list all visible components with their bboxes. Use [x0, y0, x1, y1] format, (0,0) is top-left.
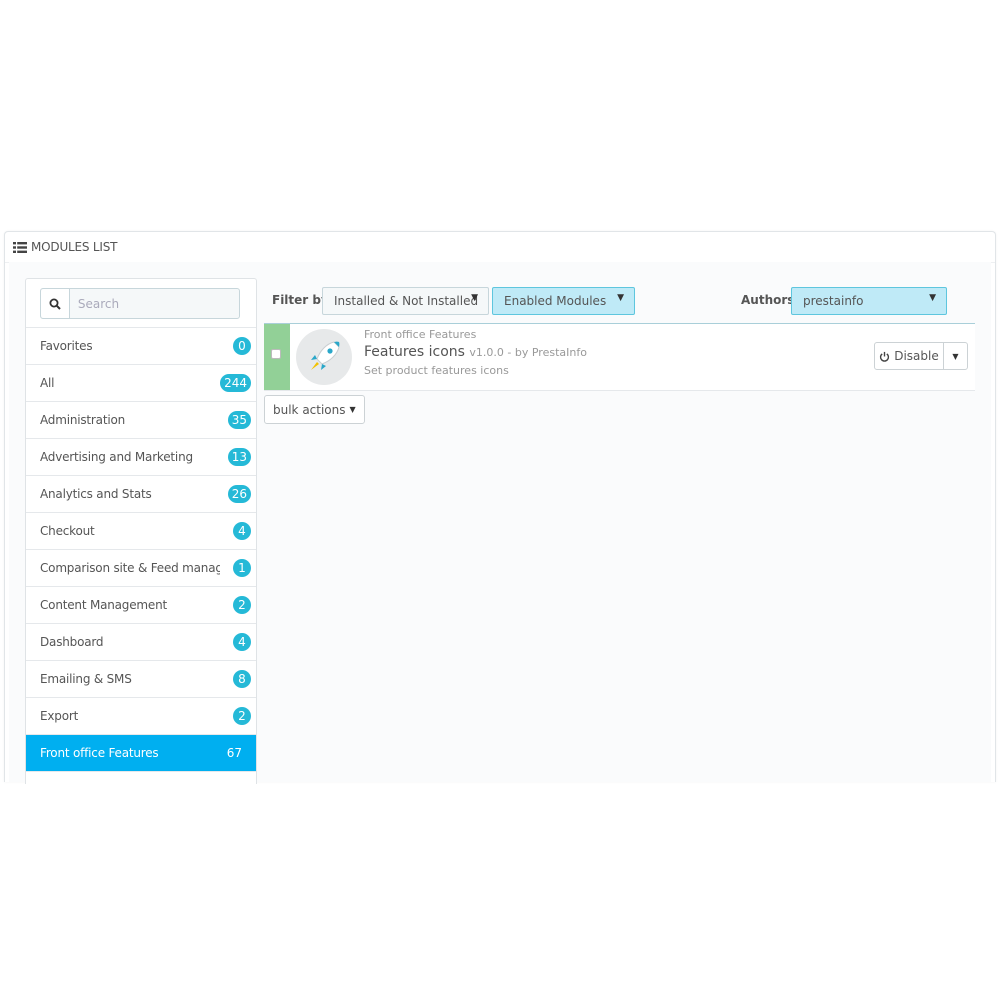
category-item-dashboard[interactable]: Dashboard 4: [26, 624, 256, 661]
module-version: v1.0.0 - by PrestaInfo: [469, 346, 587, 359]
authors-filter-select[interactable]: prestainfo ▼: [791, 287, 947, 315]
disable-label: Disable: [894, 349, 939, 363]
category-item-export[interactable]: Export 2: [26, 698, 256, 735]
modules-list-panel: MODULES LIST Favorites 0 All 244 A: [4, 231, 996, 784]
category-label: Export: [40, 709, 79, 723]
category-count-badge: 244: [220, 374, 251, 392]
caret-down-icon: ▼: [617, 293, 624, 303]
category-label: Administration: [40, 413, 126, 427]
category-label: Content Management: [40, 598, 167, 612]
authors-filter-value: prestainfo: [803, 294, 864, 308]
status-filter-value: Enabled Modules: [504, 294, 607, 308]
category-item-advertising-marketing[interactable]: Advertising and Marketing 13: [26, 439, 256, 476]
category-count-badge: 67: [226, 746, 242, 760]
caret-down-icon: ▼: [349, 405, 356, 414]
category-sidebar: Favorites 0 All 244 Administration 35 Ad…: [25, 278, 257, 784]
search-button[interactable]: [41, 289, 70, 318]
search-input[interactable]: [69, 289, 239, 318]
category-count-badge: 0: [233, 337, 251, 355]
authors-label: Authors: [741, 293, 795, 307]
category-item-administration[interactable]: Administration 35: [26, 402, 256, 439]
module-actions-dropdown[interactable]: ▼: [943, 342, 968, 370]
category-item-checkout[interactable]: Checkout 4: [26, 513, 256, 550]
category-item-comparison-feed[interactable]: Comparison site & Feed manag... 1: [26, 550, 256, 587]
panel-title: MODULES LIST: [31, 240, 118, 254]
install-filter-value: Installed & Not Installed: [334, 294, 479, 308]
caret-down-icon: ▼: [471, 293, 478, 303]
category-count-badge: 2: [233, 596, 251, 614]
module-description: Set product features icons: [364, 364, 509, 377]
module-logo: [296, 329, 352, 385]
category-item-content-management[interactable]: Content Management 2: [26, 587, 256, 624]
module-category: Front office Features: [364, 328, 477, 341]
category-count-badge: 4: [233, 633, 251, 651]
category-item-favorites[interactable]: Favorites 0: [26, 328, 256, 365]
category-item-all[interactable]: All 244: [26, 365, 256, 402]
category-label: Checkout: [40, 524, 95, 538]
search-icon: [49, 298, 61, 310]
category-count-badge: 8: [233, 670, 251, 688]
filter-by-label: Filter by: [272, 293, 329, 307]
install-filter-select[interactable]: Installed & Not Installed ▼: [322, 287, 489, 315]
disable-button[interactable]: Disable: [874, 342, 944, 370]
caret-down-icon: ▼: [952, 351, 959, 361]
category-label: Dashboard: [40, 635, 104, 649]
category-label: Comparison site & Feed manag...: [40, 561, 220, 575]
category-label: Advertising and Marketing: [40, 450, 193, 464]
category-count-badge: 35: [227, 411, 251, 429]
category-count-badge: 13: [227, 448, 251, 466]
list-icon: [13, 241, 27, 253]
search-box: [40, 288, 240, 319]
category-item-analytics-stats[interactable]: Analytics and Stats 26: [26, 476, 256, 513]
category-item-front-office-features[interactable]: Front office Features 67: [26, 735, 256, 772]
category-count-badge: 1: [233, 559, 251, 577]
category-count-badge: 4: [233, 522, 251, 540]
power-icon: [880, 351, 890, 362]
search-area: [26, 279, 256, 328]
caret-down-icon: ▼: [929, 293, 936, 303]
category-label: Emailing & SMS: [40, 672, 132, 686]
category-label: All: [40, 376, 55, 390]
category-label: Analytics and Stats: [40, 487, 152, 501]
panel-heading: MODULES LIST: [5, 232, 995, 263]
bulk-actions-button[interactable]: bulk actions ▼: [264, 395, 365, 424]
category-label: Front office Features: [40, 746, 159, 760]
status-filter-select[interactable]: Enabled Modules ▼: [492, 287, 635, 315]
category-count-badge: 26: [227, 485, 251, 503]
module-title: Features icons v1.0.0 - by PrestaInfo: [364, 344, 587, 360]
module-row: Front office Features Features icons v1.…: [264, 323, 975, 391]
rocket-icon: [311, 341, 340, 370]
category-item-emailing-sms[interactable]: Emailing & SMS 8: [26, 661, 256, 698]
bulk-actions-label: bulk actions: [273, 402, 346, 417]
module-name: Features icons: [364, 344, 465, 360]
module-checkbox[interactable]: [271, 349, 281, 359]
category-count-badge: 2: [233, 707, 251, 725]
category-label: Favorites: [40, 339, 93, 353]
